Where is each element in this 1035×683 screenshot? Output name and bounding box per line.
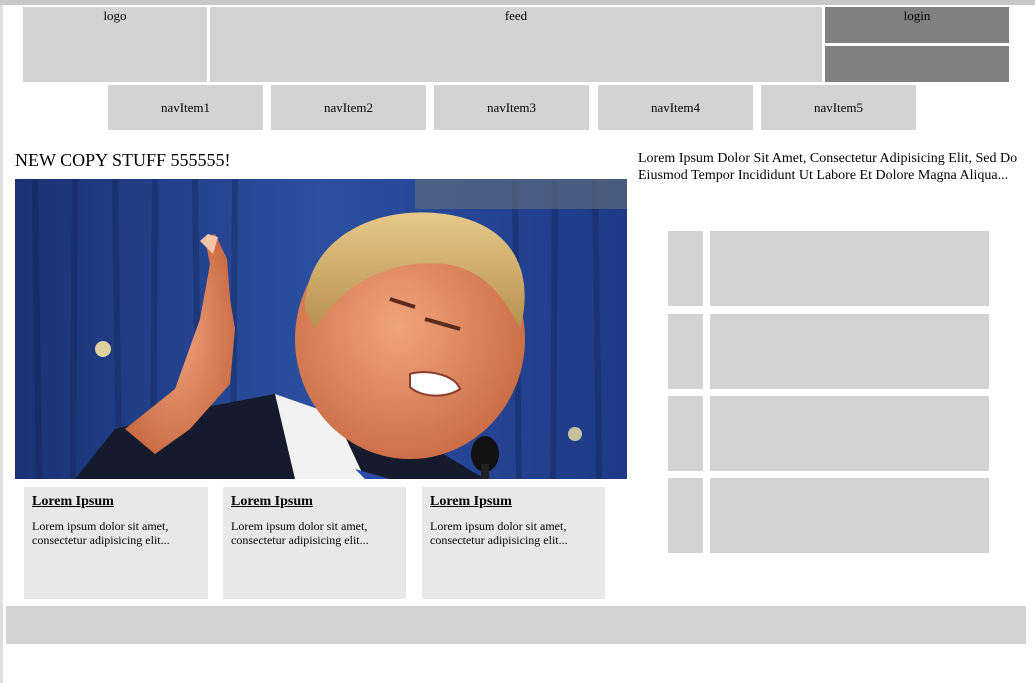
nav-item-3[interactable]: navItem3 (434, 85, 589, 130)
hero-photo-illustration (15, 179, 627, 479)
nav-item-label: navItem4 (650, 99, 701, 115)
login-secondary-box[interactable] (825, 46, 1009, 82)
nav-item-label: navItem1 (160, 99, 211, 115)
logo-label: logo (103, 8, 127, 23)
logo[interactable]: logo (23, 7, 207, 82)
article-card-title[interactable]: Lorem Ipsum (231, 494, 398, 510)
sidebar-block[interactable] (710, 231, 989, 306)
article-card: Lorem Ipsum Lorem ipsum dolor sit amet, … (422, 487, 605, 599)
page-title: NEW COPY STUFF 555555! (15, 150, 231, 170)
intro-text: Lorem Ipsum Dolor Sit Amet, Consectetur … (638, 151, 1018, 183)
login-button[interactable]: login (825, 7, 1009, 43)
hero-image (15, 179, 627, 479)
article-card-title[interactable]: Lorem Ipsum (430, 494, 597, 510)
article-card-text: Lorem ipsum dolor sit amet, consectetur … (231, 519, 369, 547)
nav-item-2[interactable]: navItem2 (271, 85, 426, 130)
article-card-title[interactable]: Lorem Ipsum (32, 494, 200, 510)
nav-item-label: navItem5 (813, 99, 864, 115)
article-card: Lorem Ipsum Lorem ipsum dolor sit amet, … (24, 487, 208, 599)
sidebar-thumb[interactable] (668, 231, 703, 306)
article-card-text: Lorem ipsum dolor sit amet, consectetur … (430, 519, 568, 547)
nav-item-1[interactable]: navItem1 (108, 85, 263, 130)
sidebar-thumb[interactable] (668, 314, 703, 389)
login-label: login (903, 8, 931, 23)
sidebar-block[interactable] (710, 478, 989, 553)
nav-item-5[interactable]: navItem5 (761, 85, 916, 130)
footer (6, 606, 1026, 644)
article-card: Lorem Ipsum Lorem ipsum dolor sit amet, … (223, 487, 406, 599)
sidebar-thumb[interactable] (668, 478, 703, 553)
nav-item-4[interactable]: navItem4 (598, 85, 753, 130)
nav-item-label: navItem2 (323, 99, 374, 115)
top-border (0, 0, 1035, 5)
nav-item-label: navItem3 (486, 99, 537, 115)
article-card-text: Lorem ipsum dolor sit amet, consectetur … (32, 519, 170, 547)
sidebar-thumb[interactable] (668, 396, 703, 471)
sidebar-block[interactable] (710, 314, 989, 389)
feed-label: feed (504, 8, 528, 23)
feed: feed (210, 7, 822, 82)
left-edge (0, 0, 3, 683)
sidebar-block[interactable] (710, 396, 989, 471)
